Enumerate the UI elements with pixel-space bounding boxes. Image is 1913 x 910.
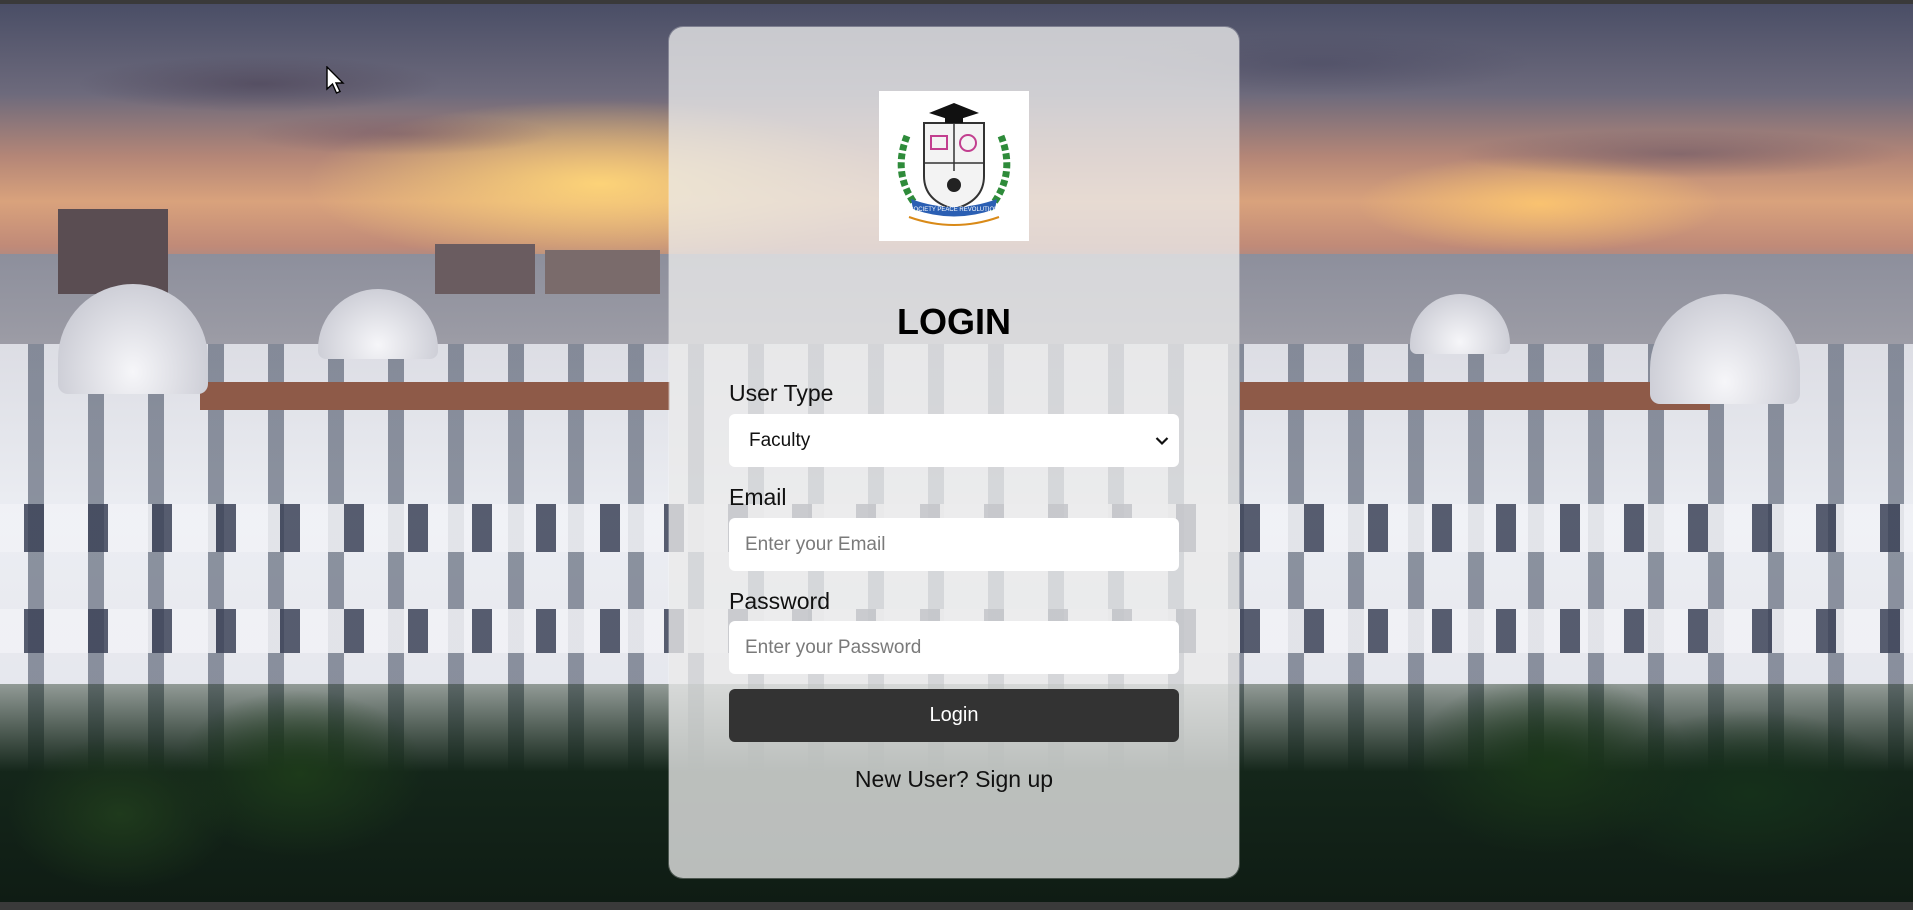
apartment-tower	[545, 250, 660, 294]
email-field-box	[729, 518, 1179, 571]
email-label: Email	[729, 484, 787, 510]
roof	[200, 382, 670, 410]
password-label: Password	[729, 588, 830, 614]
apartment-tower	[58, 209, 168, 294]
institution-crest-icon: SOCIETY PEACE REVOLUTION	[879, 91, 1029, 241]
password-field[interactable]	[743, 635, 1179, 660]
page-title: LOGIN	[897, 301, 1011, 342]
user-type-select[interactable]: Faculty	[729, 414, 1179, 467]
chevron-down-icon	[1155, 436, 1169, 445]
email-field[interactable]	[743, 532, 1179, 557]
roof	[1240, 382, 1710, 410]
apartment-tower	[435, 244, 535, 294]
background-campus-photo: SOCIETY PEACE REVOLUTION LOGIN User Type…	[0, 4, 1913, 902]
signup-link[interactable]: New User? Sign up	[669, 766, 1239, 793]
user-type-label: User Type	[729, 380, 834, 406]
login-button[interactable]: Login	[729, 689, 1179, 742]
institution-logo: SOCIETY PEACE REVOLUTION	[879, 91, 1029, 241]
password-field-box	[729, 621, 1179, 674]
login-card: SOCIETY PEACE REVOLUTION LOGIN User Type…	[669, 27, 1239, 878]
logo-motto: SOCIETY PEACE REVOLUTION	[910, 207, 999, 213]
user-type-value: Faculty	[749, 429, 811, 451]
mouse-cursor-icon	[326, 66, 345, 94]
